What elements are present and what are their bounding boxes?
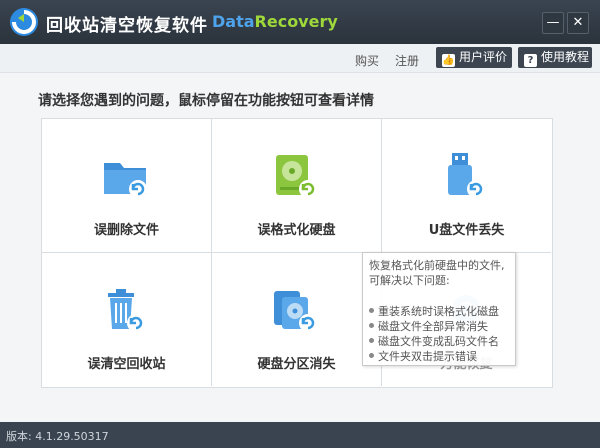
register-link[interactable]: 注册 [395, 52, 419, 69]
app-logo-icon [10, 8, 38, 36]
option-label: 误清空回收站 [87, 357, 166, 372]
tooltip-item: 文件夹双击提示错误 [369, 348, 477, 364]
thumbs-up-icon: 👍 [442, 54, 455, 67]
version-text: 版本: 4.1.29.50317 [6, 430, 109, 443]
option-label: 误格式化硬盘 [257, 223, 336, 238]
tooltip-line: 恢复格式化前硬盘中的文件, [369, 259, 505, 272]
help-icon: ? [524, 54, 537, 67]
app-title: 回收站清空恢复软件 [46, 16, 208, 36]
user-review-label: 用户评价 [459, 50, 508, 64]
option-formatted-drive[interactable]: 误格式化硬盘 [212, 119, 382, 253]
option-usb-files[interactable]: U盘文件丢失 [382, 119, 551, 253]
usb-drive-restore-icon [448, 153, 485, 198]
tooltip-item: 磁盘文件全部异常消失 [369, 318, 488, 334]
status-bar: 版本: 4.1.29.50317 [0, 422, 600, 448]
tooltip-item-text: 文件夹双击提示错误 [378, 350, 477, 363]
option-label: 误删除文件 [93, 223, 159, 238]
close-button[interactable]: ✕ [567, 12, 589, 34]
user-review-button[interactable]: 👍 用户评价 [436, 47, 512, 68]
recycle-bin-restore-icon [108, 289, 145, 332]
bullet-icon [369, 308, 374, 313]
tooltip-line: 可解决以下问题: [369, 274, 450, 287]
option-label: U盘文件丢失 [428, 223, 505, 238]
tooltip-item: 重装系统时误格式化磁盘 [369, 303, 499, 319]
option-emptied-recycle-bin[interactable]: 误清空回收站 [42, 253, 212, 386]
brand-name: DataRecovery [212, 12, 338, 31]
buy-link[interactable]: 购买 [355, 52, 379, 69]
bullet-icon [369, 323, 374, 328]
bullet-icon [369, 338, 374, 343]
tooltip-item: 磁盘文件变成乱码文件名 [369, 333, 499, 349]
instruction-text: 请选择您遇到的问题，鼠标停留在功能按钮可查看详情 [38, 93, 374, 109]
title-bar: 回收站清空恢复软件 DataRecovery — ✕ [0, 0, 600, 44]
option-label: 硬盘分区消失 [257, 357, 336, 372]
tutorial-button[interactable]: ? 使用教程 [518, 47, 592, 68]
minimize-button[interactable]: — [542, 12, 564, 34]
hard-drive-restore-icon [276, 155, 317, 198]
partition-restore-icon [274, 291, 317, 332]
folder-restore-icon [104, 163, 147, 198]
tooltip: 恢复格式化前硬盘中的文件, 可解决以下问题: 重装系统时误格式化磁盘 磁盘文件全… [362, 252, 516, 366]
option-deleted-files[interactable]: 误删除文件 [42, 119, 212, 253]
brand-part-1: Data [212, 12, 255, 31]
tooltip-item-text: 磁盘文件变成乱码文件名 [378, 335, 499, 348]
toolbar: 购买 注册 👍 用户评价 ? 使用教程 [0, 44, 600, 73]
brand-part-2: Recovery [254, 12, 338, 31]
tutorial-label: 使用教程 [541, 50, 590, 64]
option-lost-partition[interactable]: 硬盘分区消失 [212, 253, 382, 386]
bullet-icon [369, 353, 374, 358]
tooltip-item-text: 磁盘文件全部异常消失 [378, 320, 488, 333]
tooltip-item-text: 重装系统时误格式化磁盘 [378, 305, 499, 318]
